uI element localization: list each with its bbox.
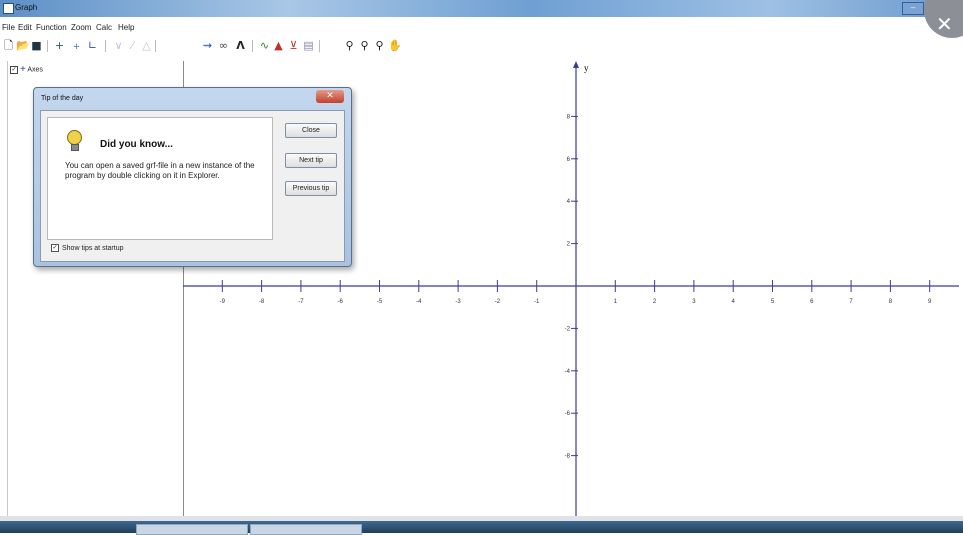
y-tick-label: -2 <box>565 326 571 332</box>
insert-point-icon[interactable]: ∟ <box>86 39 99 52</box>
axes-label: Axes <box>27 66 43 74</box>
x-tick-label: -1 <box>534 299 540 305</box>
dialog-close-icon[interactable]: ✕ <box>316 90 344 103</box>
relation-icon[interactable]: △ <box>140 39 153 52</box>
y-tick-label: 4 <box>567 199 571 205</box>
x-tick-label: 5 <box>771 299 775 305</box>
menu-edit[interactable]: Edit <box>18 23 32 32</box>
axes-checkbox[interactable]: ✓ <box>10 65 18 74</box>
new-file-icon[interactable]: 🗋 <box>2 39 15 52</box>
title-bar: Graph – <box>0 0 963 17</box>
tree-item-axes[interactable]: ✓ + Axes <box>10 64 43 75</box>
previous-tip-button[interactable]: Previous tip <box>285 181 337 196</box>
open-file-icon[interactable]: 📂 <box>16 39 30 52</box>
menu-file[interactable]: File <box>2 23 15 32</box>
zoom-in-icon[interactable]: ⚲ <box>343 39 356 52</box>
insert-label-icon[interactable]: ∞ <box>217 39 230 52</box>
y-tick-label: 6 <box>567 157 571 163</box>
y-axis-label: y <box>584 63 589 73</box>
animate-icon[interactable]: ▤ <box>302 39 315 52</box>
x-tick-label: -3 <box>455 299 461 305</box>
insert-function-icon[interactable]: + <box>53 39 66 52</box>
area-icon[interactable]: ▲ <box>272 39 285 52</box>
toolbar-separator <box>105 40 106 52</box>
shading-icon[interactable]: ⁄ <box>126 39 139 52</box>
x-tick-label: 9 <box>928 299 932 305</box>
tip-text: You can open a saved grf-file in a new i… <box>65 161 255 180</box>
tip-heading: Did you know... <box>100 139 173 150</box>
toolbar-separator <box>47 40 48 52</box>
pan-icon[interactable]: ✋ <box>388 39 402 52</box>
lightbulb-icon <box>67 130 82 145</box>
show-tips-label: Show tips at startup <box>62 244 124 252</box>
minimize-button[interactable]: – <box>902 2 924 15</box>
y-tick-label: 2 <box>567 242 571 248</box>
table-icon[interactable]: ⊻ <box>287 39 300 52</box>
zoom-window-icon[interactable]: ⚲ <box>373 39 386 52</box>
close-button[interactable]: Close <box>285 123 337 138</box>
x-tick-label: -9 <box>220 299 226 305</box>
menu-calc[interactable]: Calc <box>96 23 112 32</box>
toolbar-separator <box>155 40 156 52</box>
x-tick-label: 2 <box>653 299 657 305</box>
y-axis-arrow <box>573 61 579 68</box>
window-title: Graph <box>15 3 38 12</box>
tip-panel: Did you know... You can open a saved grf… <box>47 117 273 240</box>
toolbar-separator <box>319 40 320 52</box>
dialog-body: Did you know... You can open a saved grf… <box>40 110 345 262</box>
dialog-title: Tip of the day <box>41 95 84 102</box>
tangent-icon[interactable]: ∨ <box>112 39 125 52</box>
x-tick-label: 4 <box>732 299 736 305</box>
y-tick-label: 8 <box>567 114 571 120</box>
x-tick-label: -4 <box>416 299 422 305</box>
x-tick-label: 1 <box>614 299 618 305</box>
show-tips-option[interactable]: ✓ Show tips at startup <box>51 244 123 252</box>
menu-function[interactable]: Function <box>36 23 67 32</box>
save-icon[interactable]: ■ <box>30 39 43 52</box>
x-tick-label: 6 <box>810 299 814 305</box>
x-tick-label: 7 <box>849 299 853 305</box>
show-tips-checkbox[interactable]: ✓ <box>51 244 59 252</box>
taskbar-button[interactable] <box>136 524 248 535</box>
x-tick-label: -5 <box>377 299 383 305</box>
y-tick-label: -4 <box>565 369 571 375</box>
evaluate-icon[interactable]: ∿ <box>258 39 271 52</box>
insert-series-icon[interactable]: ⧾ <box>70 39 83 52</box>
insert-relation-icon[interactable]: ⇝ <box>201 39 214 52</box>
zoom-out-icon[interactable]: ⚲ <box>358 39 371 52</box>
text-label-icon[interactable]: Λ <box>234 39 247 52</box>
next-tip-button[interactable]: Next tip <box>285 153 337 168</box>
lightbulb-base <box>71 144 79 151</box>
axes-icon: + <box>19 64 26 75</box>
toolbar: 🗋 📂 ■ + ⧾ ∟ ∨ ⁄ △ ⇝ ∞ Λ ∿ ▲ ⊻ ▤ ⚲ ⚲ ⚲ ✋ <box>0 39 963 55</box>
app-icon <box>3 3 14 14</box>
x-tick-label: -2 <box>495 299 501 305</box>
toolbar-separator <box>252 40 253 52</box>
x-tick-label: -6 <box>338 299 344 305</box>
taskbar-button[interactable] <box>250 524 362 535</box>
x-tick-label: -7 <box>298 299 304 305</box>
x-tick-label: 3 <box>692 299 696 305</box>
tip-of-the-day-dialog: Tip of the day ✕ Did you know... You can… <box>33 87 352 267</box>
x-tick-label: -8 <box>259 299 265 305</box>
menu-zoom[interactable]: Zoom <box>71 23 91 32</box>
x-tick-label: 8 <box>889 299 893 305</box>
menu-bar: File Edit Function Zoom Calc Help <box>0 23 963 35</box>
y-tick-label: -6 <box>565 411 571 417</box>
y-tick-label: -8 <box>565 454 571 460</box>
menu-help[interactable]: Help <box>118 23 134 32</box>
